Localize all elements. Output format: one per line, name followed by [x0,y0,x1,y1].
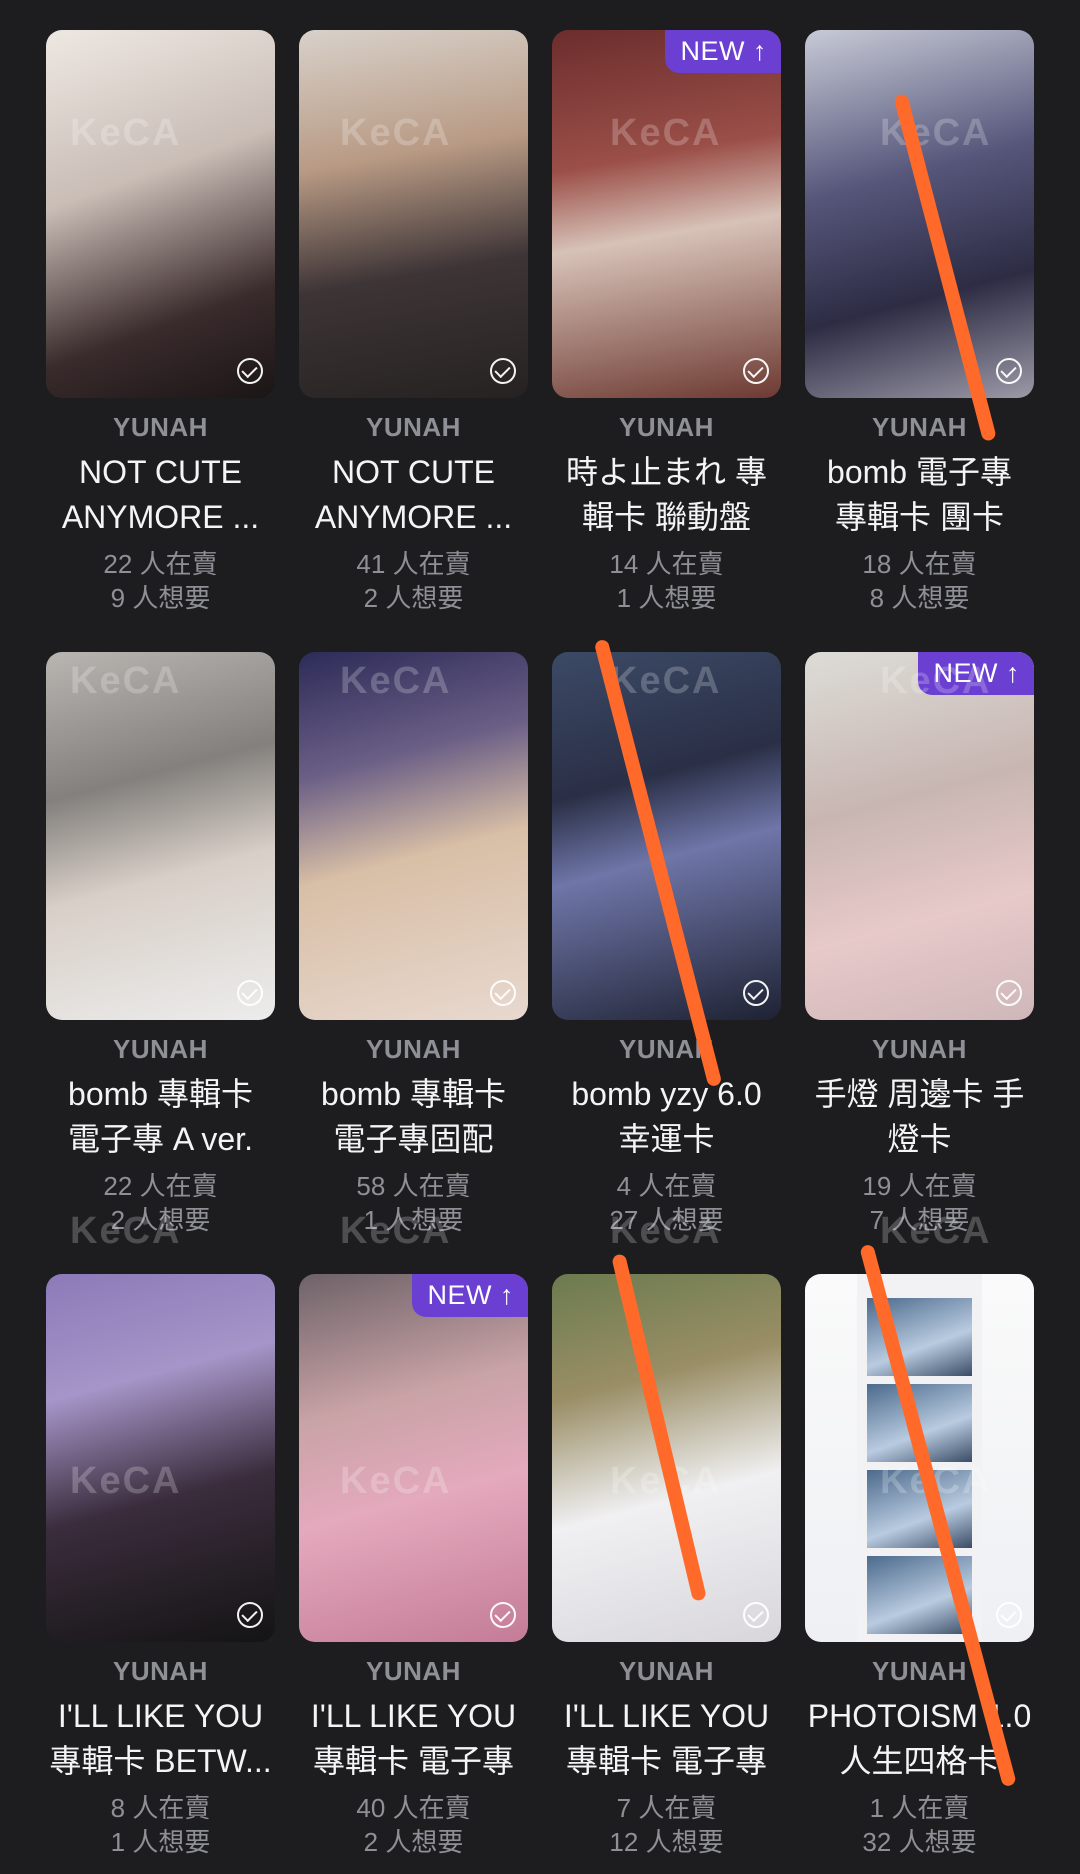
wanting-count: 1 人想要 [110,1827,211,1857]
artist-name: YUNAH [872,1034,967,1064]
wanting-count: 1 人想要 [363,1205,464,1235]
selling-count: 19 人在賣 [862,1171,977,1201]
photocard-item[interactable]: NEW ↑ YUNAH 時よ止まれ 專 輯卡 聯動盤 14 人在賣 1 人想要 [552,30,805,630]
collected-check-icon[interactable] [237,1602,263,1628]
photocard-image[interactable] [46,1274,275,1642]
collected-check-icon[interactable] [743,980,769,1006]
card-title[interactable]: NOT CUTE ANYMORE ... [291,450,536,540]
collected-check-icon[interactable] [996,980,1022,1006]
selling-count: 40 人在賣 [356,1793,471,1823]
photocard-item[interactable]: NEW ↑ YUNAH 手燈 周邊卡 手 燈卡 19 人在賣 7 人想要 [805,652,1058,1252]
wanting-count: 2 人想要 [363,1827,464,1857]
collected-check-icon[interactable] [237,980,263,1006]
selling-count: 22 人在賣 [103,549,218,579]
artist-name: YUNAH [113,1656,208,1686]
card-title[interactable]: bomb 專輯卡 電子專 A ver. [38,1072,283,1162]
photocard-grid: YUNAH NOT CUTE ANYMORE ... 22 人在賣 9 人想要 YUNA… [0,0,1080,1874]
collected-check-icon[interactable] [490,980,516,1006]
selling-count: 41 人在賣 [356,549,471,579]
card-title[interactable]: bomb 電子專 專輯卡 團卡 [797,450,1042,540]
photocard-item[interactable]: YUNAH I'LL LIKE YOU 專輯卡 BETW... 8 人在賣 1 人想要 [46,1274,299,1874]
photocard-item[interactable]: NEW ↑ YUNAH I'LL LIKE YOU 專輯卡 電子專 40 人在賣 2 人… [299,1274,552,1874]
artist-name: YUNAH [619,1034,714,1064]
card-title[interactable]: I'LL LIKE YOU 專輯卡 電子專 [291,1694,536,1784]
artist-name: YUNAH [619,412,714,442]
collected-check-icon[interactable] [237,358,263,384]
photocard-item[interactable]: YUNAH bomb 專輯卡 電子專固配 58 人在賣 1 人想要 [299,652,552,1252]
photocard-image[interactable] [552,652,781,1020]
selling-count: 7 人在賣 [616,1793,717,1823]
artist-name: YUNAH [113,1034,208,1064]
collected-check-icon[interactable] [743,1602,769,1628]
photocard-item[interactable]: YUNAH NOT CUTE ANYMORE ... 41 人在賣 2 人想要 [299,30,552,630]
wanting-count: 12 人想要 [609,1827,724,1857]
photocard-image[interactable]: NEW ↑ [805,652,1034,1020]
artist-name: YUNAH [619,1656,714,1686]
card-title[interactable]: 手燈 周邊卡 手 燈卡 [797,1072,1042,1162]
wanting-count: 32 人想要 [862,1827,977,1857]
wanting-count: 9 人想要 [110,583,211,613]
artist-name: YUNAH [872,1656,967,1686]
wanting-count: 8 人想要 [869,583,970,613]
artist-name: YUNAH [113,412,208,442]
photocard-item[interactable]: YUNAH bomb 電子專 專輯卡 團卡 18 人在賣 8 人想要 [805,30,1058,630]
card-title[interactable]: bomb 專輯卡 電子專固配 [291,1072,536,1162]
selling-count: 18 人在賣 [862,549,977,579]
photocard-image[interactable] [46,30,275,398]
selling-count: 1 人在賣 [869,1793,970,1823]
collected-check-icon[interactable] [490,1602,516,1628]
new-badge: NEW ↑ [411,1274,528,1317]
photocard-image[interactable] [299,30,528,398]
selling-count: 22 人在賣 [103,1171,218,1201]
artist-name: YUNAH [366,412,461,442]
card-title[interactable]: NOT CUTE ANYMORE ... [38,450,283,540]
card-title[interactable]: bomb yzy 6.0 幸運卡 [544,1072,789,1162]
selling-count: 4 人在賣 [616,1171,717,1201]
photocard-item[interactable]: YUNAH I'LL LIKE YOU 專輯卡 電子專 7 人在賣 12 人想要 [552,1274,805,1874]
photocard-image[interactable] [805,30,1034,398]
collected-check-icon[interactable] [996,1602,1022,1628]
photo-frame [867,1470,972,1548]
photocard-image[interactable]: NEW ↑ [299,1274,528,1642]
artist-name: YUNAH [366,1656,461,1686]
photocard-image[interactable] [46,652,275,1020]
wanting-count: 7 人想要 [869,1205,970,1235]
selling-count: 8 人在賣 [110,1793,211,1823]
card-title[interactable]: I'LL LIKE YOU 專輯卡 BETW... [38,1694,283,1784]
card-title[interactable]: I'LL LIKE YOU 專輯卡 電子專 [544,1694,789,1784]
collected-check-icon[interactable] [490,358,516,384]
selling-count: 58 人在賣 [356,1171,471,1201]
new-badge: NEW ↑ [917,652,1034,695]
artist-name: YUNAH [872,412,967,442]
wanting-count: 27 人想要 [609,1205,724,1235]
photocard-image[interactable] [299,652,528,1020]
wanting-count: 2 人想要 [110,1205,211,1235]
wanting-count: 1 人想要 [616,583,717,613]
photocard-item[interactable]: YUNAH NOT CUTE ANYMORE ... 22 人在賣 9 人想要 [46,30,299,630]
card-title[interactable]: 時よ止まれ 專 輯卡 聯動盤 [544,450,789,540]
selling-count: 14 人在賣 [609,549,724,579]
photocard-image[interactable]: NEW ↑ [552,30,781,398]
new-badge: NEW ↑ [664,30,781,73]
artist-name: YUNAH [366,1034,461,1064]
wanting-count: 2 人想要 [363,583,464,613]
collected-check-icon[interactable] [743,358,769,384]
photocard-item[interactable]: YUNAH bomb 專輯卡 電子專 A ver. 22 人在賣 2 人想要 [46,652,299,1252]
photocard-item[interactable]: YUNAH PHOTOISM 1.0 人生四格卡 1 人在賣 32 人想要 [805,1274,1058,1874]
collected-check-icon[interactable] [996,358,1022,384]
